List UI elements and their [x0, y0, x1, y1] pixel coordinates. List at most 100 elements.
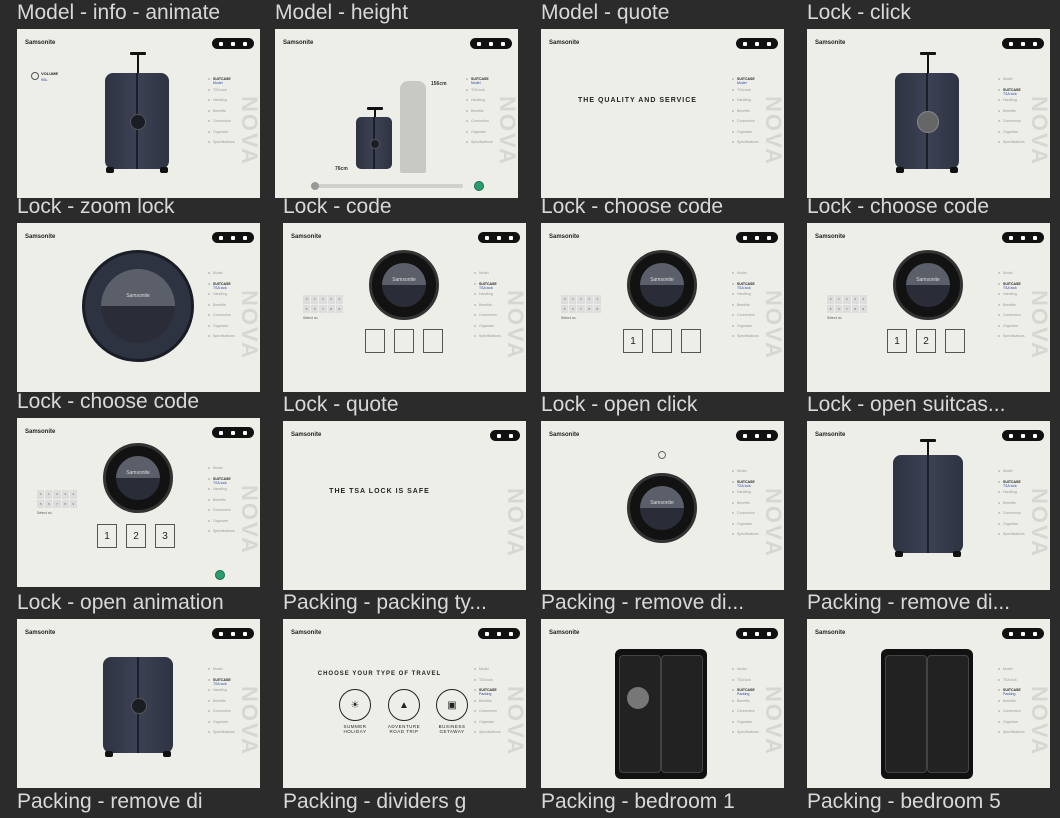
- nav-item[interactable]: Model: [208, 667, 242, 678]
- gear-icon[interactable]: [497, 631, 501, 636]
- frame-lock-choose-code-2[interactable]: Lock - choose code Samsonite Samsonite 0…: [807, 195, 1050, 392]
- bookmark-icon[interactable]: [219, 430, 223, 435]
- bookmark-icon[interactable]: [219, 631, 223, 636]
- frame-lock-choose-code-1[interactable]: Lock - choose code Samsonite Samsonite 0…: [541, 195, 784, 392]
- gear-icon[interactable]: [231, 41, 235, 46]
- lock-icon[interactable]: [243, 41, 247, 46]
- nav-item[interactable]: Model: [474, 271, 508, 282]
- top-toolbar[interactable]: [1002, 430, 1044, 441]
- lock-icon[interactable]: [767, 631, 771, 636]
- bookmark-icon[interactable]: [485, 631, 489, 636]
- lock-icon[interactable]: [243, 430, 247, 435]
- bookmark-icon[interactable]: [477, 41, 481, 46]
- top-toolbar[interactable]: [478, 232, 520, 243]
- nav-item-active[interactable]: SUITCASE Model: [208, 77, 242, 88]
- bookmark-icon[interactable]: [219, 41, 223, 46]
- gear-icon[interactable]: [497, 235, 501, 240]
- slider-handle[interactable]: [311, 182, 319, 190]
- frame-model-quote[interactable]: Model - quote Samsonite THE QUALITY AND …: [541, 1, 784, 198]
- frame-lock-zoom[interactable]: Lock - zoom lock Samsonite Samsonite Mod…: [17, 195, 260, 392]
- bookmark-icon[interactable]: [1009, 631, 1013, 636]
- code-slot-2[interactable]: [394, 329, 414, 353]
- code-slot-2[interactable]: 2: [916, 329, 936, 353]
- nav-item[interactable]: Model: [998, 469, 1032, 480]
- code-keypad[interactable]: 01234 56789: [37, 490, 77, 508]
- lock-icon[interactable]: [509, 631, 513, 636]
- code-slot-1[interactable]: 1: [97, 524, 117, 548]
- gear-icon[interactable]: [231, 430, 235, 435]
- next-button[interactable]: [215, 570, 225, 580]
- nav-item-active[interactable]: SUITCASE Model: [466, 77, 500, 88]
- bookmark-icon[interactable]: [1009, 235, 1013, 240]
- code-slot-1[interactable]: 1: [887, 329, 907, 353]
- frame-lock-open-animation[interactable]: Lock - open animation Samsonite Model SU…: [17, 591, 260, 788]
- code-slot-2[interactable]: [652, 329, 672, 353]
- top-toolbar[interactable]: [470, 38, 512, 49]
- gear-icon[interactable]: [755, 41, 759, 46]
- next-button[interactable]: [474, 181, 484, 191]
- bookmark-icon[interactable]: [743, 41, 747, 46]
- code-slot-3[interactable]: [681, 329, 701, 353]
- top-toolbar[interactable]: [478, 628, 520, 639]
- frame-lock-click[interactable]: Lock - click Samsonite Model SUITCASE TSA…: [807, 1, 1050, 198]
- code-slot-2[interactable]: 2: [126, 524, 146, 548]
- top-toolbar[interactable]: [736, 430, 778, 441]
- bookmark-icon[interactable]: [1009, 41, 1013, 46]
- nav-item[interactable]: Model: [998, 271, 1032, 282]
- divider-hotspot[interactable]: [627, 687, 649, 709]
- bookmark-icon[interactable]: [485, 235, 489, 240]
- gear-icon[interactable]: [755, 631, 759, 636]
- lock-icon[interactable]: [243, 235, 247, 240]
- nav-item-active[interactable]: SUITCASE Model: [732, 77, 766, 88]
- code-slot-3[interactable]: 3: [155, 524, 175, 548]
- gear-icon[interactable]: [755, 433, 759, 438]
- lock-dial-large[interactable]: Samsonite: [82, 250, 194, 362]
- nav-item[interactable]: Model: [732, 271, 766, 282]
- lock-hotspot[interactable]: [917, 111, 939, 133]
- code-slot-3[interactable]: [423, 329, 443, 353]
- lock-icon[interactable]: [1033, 41, 1037, 46]
- code-keypad[interactable]: 01234 56789: [303, 295, 343, 313]
- gear-icon[interactable]: [755, 235, 759, 240]
- top-toolbar[interactable]: [1002, 628, 1044, 639]
- bookmark-icon[interactable]: [1009, 433, 1013, 438]
- gear-icon[interactable]: [497, 433, 501, 438]
- nav-item[interactable]: Model: [732, 469, 766, 480]
- lock-dial[interactable]: Samsonite: [627, 473, 697, 543]
- top-toolbar[interactable]: [1002, 232, 1044, 243]
- nav-item[interactable]: Model: [998, 77, 1032, 88]
- gear-icon[interactable]: [1021, 631, 1025, 636]
- code-slot-1[interactable]: 1: [623, 329, 643, 353]
- top-toolbar[interactable]: [212, 427, 254, 438]
- frame-lock-open-suitcase[interactable]: Lock - open suitcas... Samsonite Model S…: [807, 393, 1050, 590]
- code-keypad[interactable]: 01234 56789: [827, 295, 867, 313]
- nav-item[interactable]: Model: [208, 466, 242, 477]
- travel-option-adventure[interactable]: ▲ ADVENTURE ROAD TRIP: [384, 689, 424, 734]
- code-slot-1[interactable]: [365, 329, 385, 353]
- frame-lock-code[interactable]: Lock - code Samsonite Samsonite 01234 56…: [283, 195, 526, 392]
- frame-model-height[interactable]: Model - height Samsonite 156cm 76cm SUIT…: [275, 1, 518, 198]
- nav-item[interactable]: Model: [998, 667, 1032, 678]
- nav-item[interactable]: Model: [208, 271, 242, 282]
- nav-item[interactable]: Model: [474, 667, 508, 678]
- lock-icon[interactable]: [501, 41, 505, 46]
- gear-icon[interactable]: [1021, 235, 1025, 240]
- frame-packing-remove-dividers-2[interactable]: Packing - remove di... Samsonite Model T…: [807, 591, 1050, 788]
- lock-icon[interactable]: [767, 235, 771, 240]
- top-toolbar[interactable]: [736, 38, 778, 49]
- top-toolbar[interactable]: [736, 232, 778, 243]
- frame-packing-type[interactable]: Packing - packing ty... Samsonite CHOOSE…: [283, 591, 526, 788]
- top-toolbar[interactable]: [736, 628, 778, 639]
- lock-icon[interactable]: [509, 433, 513, 438]
- code-keypad[interactable]: 01234 56789: [561, 295, 601, 313]
- top-toolbar[interactable]: [490, 430, 520, 441]
- bookmark-icon[interactable]: [743, 631, 747, 636]
- gear-icon[interactable]: [231, 235, 235, 240]
- height-slider[interactable]: [311, 182, 463, 190]
- bookmark-icon[interactable]: [219, 235, 223, 240]
- top-toolbar[interactable]: [212, 232, 254, 243]
- nav-item[interactable]: Model: [732, 667, 766, 678]
- gear-icon[interactable]: [489, 41, 493, 46]
- lock-icon[interactable]: [243, 631, 247, 636]
- bookmark-icon[interactable]: [743, 433, 747, 438]
